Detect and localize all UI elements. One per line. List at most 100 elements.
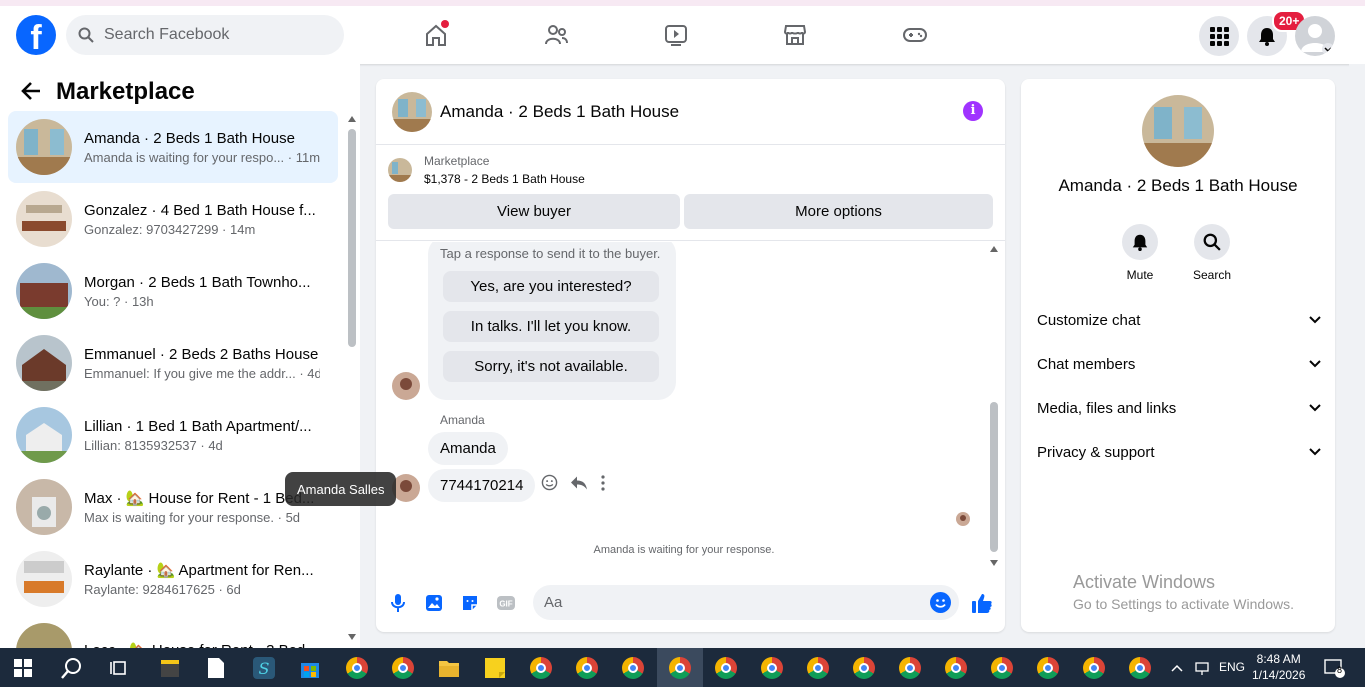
chrome-icon[interactable] [344, 655, 370, 681]
view-buyer-button[interactable]: View buyer [388, 194, 680, 229]
search-bar[interactable]: Search Facebook [66, 15, 344, 55]
quick-reply-button[interactable]: In talks. I'll let you know. [443, 311, 659, 342]
emoji-icon[interactable] [930, 592, 951, 613]
page-scrollbar[interactable] [1349, 64, 1365, 648]
search-input[interactable]: Search Facebook [104, 26, 229, 44]
chrome-icon[interactable] [759, 655, 785, 681]
home-icon[interactable] [421, 20, 451, 50]
account-avatar[interactable] [1295, 16, 1335, 56]
conversation-item[interactable]: Amanda · 2 Beds 1 Bath House Amanda is wa… [8, 111, 338, 183]
file-explorer-icon[interactable] [436, 655, 462, 681]
svg-text:GIF: GIF [499, 600, 512, 609]
quick-reply-button[interactable]: Sorry, it's not available. [443, 351, 659, 382]
chrome-icon[interactable] [805, 655, 831, 681]
message-bubble[interactable]: 7744170214 [428, 469, 536, 502]
scrollbar-thumb[interactable] [990, 402, 998, 552]
notification-center-icon[interactable]: 8 [1322, 655, 1348, 681]
conversation-title: Morgan · 2 Beds 1 Bath Townho... [84, 273, 311, 291]
details-title: Amanda · 2 Beds 1 Bath House [1058, 176, 1298, 195]
conversation-preview: Max is waiting for your response. · 5d [84, 510, 301, 525]
react-emoji-icon[interactable] [541, 474, 558, 491]
chat-title[interactable]: Amanda · 2 Beds 1 Bath House [440, 102, 679, 122]
windows-taskbar: S ENG 8:48 AM 1/14/2026 8 [0, 648, 1365, 687]
listing-summary: Marketplace $1,378 - 2 Beds 1 Bath House… [376, 146, 1005, 241]
listing-thumbnail [16, 263, 72, 319]
system-clock[interactable]: 8:48 AM 1/14/2026 [1252, 651, 1305, 683]
chrome-icon[interactable] [989, 655, 1015, 681]
waiting-status: Amanda is waiting for your response. [593, 544, 775, 556]
app-s-icon[interactable]: S [251, 655, 277, 681]
network-icon[interactable] [1189, 655, 1215, 681]
chat-avatar[interactable] [392, 91, 432, 132]
bell-icon [1132, 234, 1148, 251]
chat-members-row[interactable]: Chat members [1037, 344, 1321, 384]
chrome-icon[interactable] [574, 655, 600, 681]
microphone-icon[interactable] [386, 591, 410, 615]
conversation-preview: Raylante: 9284617625 · 6d [84, 582, 241, 597]
conversation-item[interactable]: Emmanuel · 2 Beds 2 Baths House Emmanuel:… [8, 327, 338, 399]
sticky-notes-icon[interactable] [482, 655, 508, 681]
conversation-item[interactable]: Raylante · 🏡 Apartment for Ren... Raylant… [8, 543, 338, 615]
sender-avatar[interactable] [392, 474, 420, 502]
store-icon[interactable] [297, 655, 323, 681]
video-icon[interactable] [661, 20, 691, 50]
thumbs-up-icon[interactable] [970, 591, 994, 615]
search-conversation-button[interactable]: Search [1182, 224, 1242, 282]
facebook-logo[interactable]: f [16, 15, 56, 55]
search-icon [1203, 233, 1221, 251]
marketplace-icon[interactable] [780, 20, 810, 50]
message-thread: Tap a response to send it to the buyer. … [376, 242, 1005, 572]
clock-date: 1/14/2026 [1252, 668, 1306, 682]
chat-scrollbar[interactable] [987, 242, 1001, 572]
scrollbar-thumb[interactable] [348, 129, 356, 347]
media-files-links-row[interactable]: Media, files and links [1037, 388, 1321, 428]
gaming-icon[interactable] [900, 20, 930, 50]
windows-start-icon[interactable] [10, 655, 36, 681]
chrome-icon[interactable] [620, 655, 646, 681]
info-icon[interactable]: i [963, 101, 983, 121]
listing-price[interactable]: $1,378 - 2 Beds 1 Bath House [424, 172, 585, 186]
sidebar-scrollbar[interactable] [346, 114, 358, 644]
row-label: Media, files and links [1037, 399, 1177, 417]
mute-button[interactable]: Mute [1110, 224, 1170, 282]
message-bubble[interactable]: Amanda [428, 432, 508, 465]
video-editor-icon[interactable] [157, 655, 183, 681]
back-arrow-icon[interactable] [20, 80, 42, 107]
conversation-item[interactable]: Gonzalez · 4 Bed 1 Bath House f... Gonzal… [8, 183, 338, 255]
chrome-icon[interactable] [390, 655, 416, 681]
chat-avatar-large[interactable] [1142, 95, 1214, 167]
chrome-icon[interactable] [1035, 655, 1061, 681]
sticker-icon[interactable] [458, 591, 482, 615]
taskbar-search-icon[interactable] [59, 655, 85, 681]
friends-icon[interactable] [541, 20, 571, 50]
more-dots-icon[interactable] [600, 474, 606, 491]
row-label: Customize chat [1037, 311, 1141, 329]
chrome-icon[interactable] [943, 655, 969, 681]
photo-icon[interactable] [422, 591, 446, 615]
chrome-icon[interactable] [1127, 655, 1153, 681]
privacy-support-row[interactable]: Privacy & support [1037, 432, 1321, 472]
conversation-item[interactable]: Lillian · 1 Bed 1 Bath Apartment/... Lill… [8, 399, 338, 471]
chrome-icon[interactable] [897, 655, 923, 681]
reply-icon[interactable] [570, 474, 588, 491]
gif-icon[interactable]: GIF [494, 591, 518, 615]
quick-reply-button[interactable]: Yes, are you interested? [443, 271, 659, 302]
more-options-button[interactable]: More options [684, 194, 993, 229]
chrome-icon[interactable] [713, 655, 739, 681]
listing-thumbnail [16, 407, 72, 463]
chevron-up-icon[interactable] [1164, 655, 1190, 681]
sender-avatar[interactable] [392, 372, 420, 400]
message-input[interactable]: Aa [533, 585, 959, 620]
chrome-icon[interactable] [667, 655, 693, 681]
chrome-icon[interactable] [1081, 655, 1107, 681]
name-tooltip: Amanda Salles [285, 472, 397, 506]
chrome-icon[interactable] [528, 655, 554, 681]
customize-chat-row[interactable]: Customize chat [1037, 300, 1321, 340]
task-view-icon[interactable] [106, 655, 132, 681]
file-icon[interactable] [203, 655, 229, 681]
menu-grid-button[interactable] [1199, 16, 1239, 56]
conversation-title: Emmanuel · 2 Beds 2 Baths House [84, 345, 319, 363]
language-indicator[interactable]: ENG [1219, 660, 1245, 674]
conversation-item[interactable]: Morgan · 2 Beds 1 Bath Townho... You: ? ·… [8, 255, 338, 327]
chrome-icon[interactable] [851, 655, 877, 681]
